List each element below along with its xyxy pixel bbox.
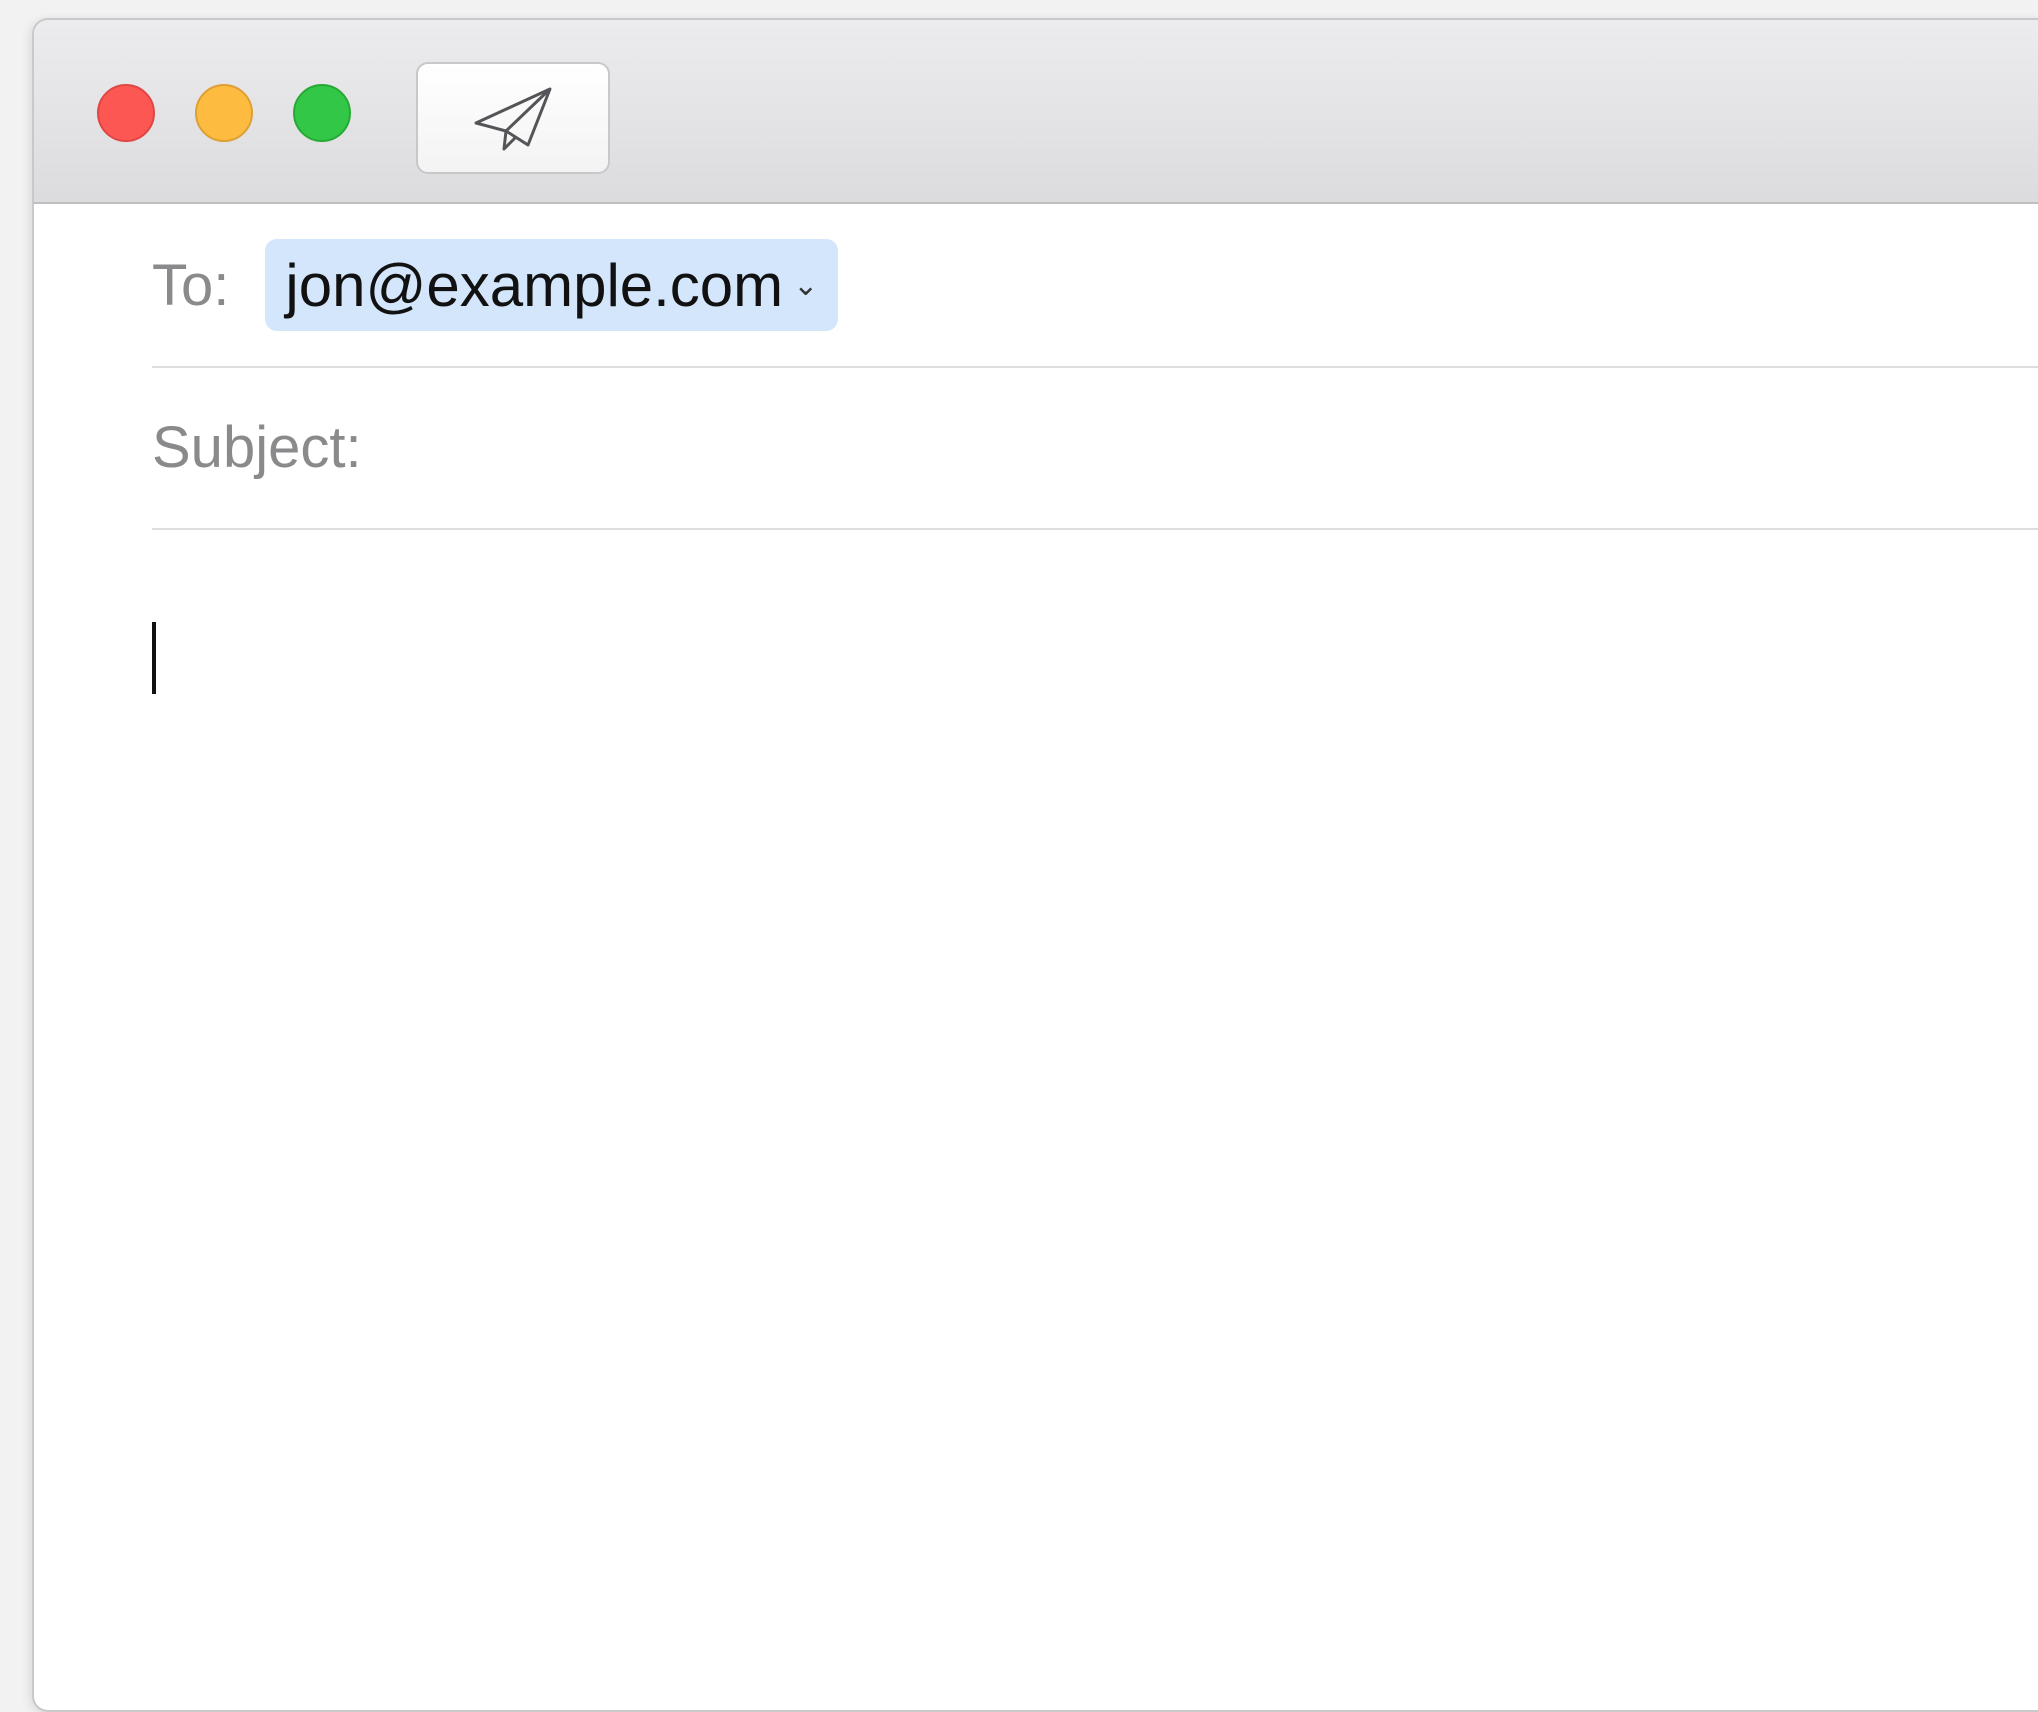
close-window-button[interactable] bbox=[97, 84, 155, 142]
to-field-row: To: jon@example.com ⌄ bbox=[152, 204, 2038, 368]
recipient-address: jon@example.com bbox=[285, 251, 784, 319]
title-bar bbox=[34, 20, 2038, 204]
subject-field-row[interactable]: Subject: bbox=[152, 366, 2038, 530]
subject-label: Subject: bbox=[152, 414, 362, 480]
mail-compose-window: To: jon@example.com ⌄ Subject: bbox=[32, 18, 2038, 1712]
message-body[interactable] bbox=[152, 530, 2038, 1710]
minimize-window-button[interactable] bbox=[195, 84, 253, 142]
chevron-down-icon[interactable]: ⌄ bbox=[793, 268, 818, 303]
to-label: To: bbox=[152, 252, 230, 318]
text-cursor bbox=[152, 622, 156, 694]
recipient-token[interactable]: jon@example.com ⌄ bbox=[265, 239, 839, 331]
send-button[interactable] bbox=[416, 62, 610, 174]
paper-plane-icon bbox=[474, 87, 552, 151]
zoom-window-button[interactable] bbox=[293, 84, 351, 142]
